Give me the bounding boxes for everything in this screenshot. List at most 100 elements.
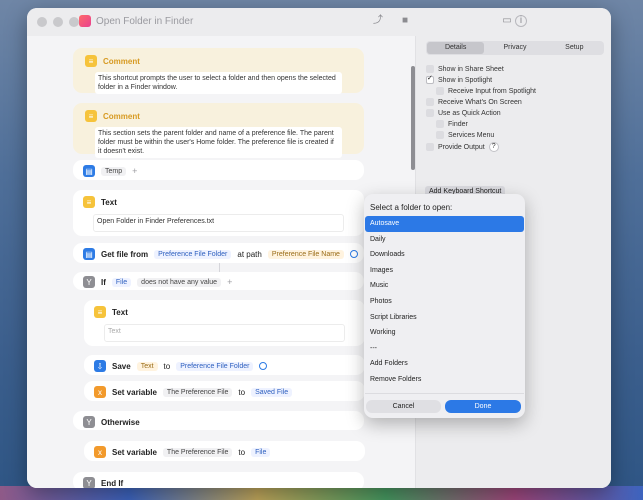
option-label: Services Menu <box>448 131 495 139</box>
variable-value[interactable]: File <box>251 447 271 457</box>
checkbox[interactable] <box>426 65 434 73</box>
list-item-autosave[interactable]: Autosave <box>365 216 524 232</box>
list-item-daily[interactable]: Daily <box>365 232 524 248</box>
divider <box>365 393 524 394</box>
temp-variable[interactable]: Temp <box>101 166 127 176</box>
name-variable[interactable]: Preference File Name <box>267 249 344 259</box>
list-item-remove-folders[interactable]: Remove Folders <box>365 372 524 388</box>
close-button[interactable] <box>37 17 47 27</box>
text-variable[interactable]: Text <box>136 361 158 371</box>
sidebar-tabs: Details Privacy Setup <box>426 41 604 55</box>
checkbox[interactable] <box>426 98 434 106</box>
to-label: to <box>238 447 246 457</box>
checkbox[interactable] <box>426 74 434 84</box>
comment-icon: ≡ <box>85 55 97 67</box>
window-title: Open Folder in Finder <box>96 16 194 27</box>
comment-text[interactable]: This section sets the parent folder and … <box>95 127 342 158</box>
cancel-button[interactable]: Cancel <box>366 400 441 413</box>
traffic-lights[interactable] <box>37 17 79 27</box>
end-if-label: End If <box>101 478 124 488</box>
variable-value[interactable]: Saved File <box>251 387 293 397</box>
add-icon[interactable]: + <box>132 166 137 176</box>
list-item-images[interactable]: Images <box>365 263 524 279</box>
comment-icon: ≡ <box>85 110 97 122</box>
option-services[interactable]: Services Menu <box>436 131 494 139</box>
file-icon: ▤ <box>83 248 95 260</box>
text-icon: ≡ <box>83 196 95 208</box>
option-finder[interactable]: Finder <box>436 120 468 128</box>
add-icon[interactable]: + <box>227 277 232 287</box>
get-file-action[interactable]: ▤ Get file from Preference File Folder a… <box>73 243 364 263</box>
destination-variable[interactable]: Preference File Folder <box>176 361 254 371</box>
tab-details[interactable]: Details <box>427 42 485 54</box>
option-on-screen[interactable]: Receive What's On Screen <box>426 98 522 106</box>
dialog-title: Select a folder to open: <box>370 203 453 212</box>
variable-name[interactable]: The Preference File <box>162 387 233 397</box>
set-variable-label: Set variable <box>112 387 157 397</box>
otherwise-action[interactable]: Y Otherwise <box>73 411 364 430</box>
option-label: Use as Quick Action <box>438 109 501 117</box>
option-spotlight[interactable]: Show in Spotlight <box>426 74 492 84</box>
list-item-downloads[interactable]: Downloads <box>365 247 524 263</box>
list-item-add-folders[interactable]: Add Folders <box>365 356 524 372</box>
stop-icon[interactable]: ■ <box>397 13 413 29</box>
folder-variable[interactable]: Preference File Folder <box>154 249 232 259</box>
text-action-2[interactable]: ≡ Text Text <box>84 300 365 346</box>
help-icon[interactable]: ? <box>488 142 499 152</box>
temp-action[interactable]: ▤ Temp + <box>73 160 364 180</box>
tab-setup[interactable]: Setup <box>546 42 603 54</box>
list-item-separator[interactable]: --- <box>365 341 524 357</box>
checkbox[interactable] <box>436 131 444 139</box>
branch-icon: Y <box>83 276 95 288</box>
checkbox[interactable] <box>426 143 434 151</box>
text-field[interactable]: Open Folder in Finder Preferences.txt <box>93 214 344 232</box>
if-action[interactable]: Y If File does not have any value + <box>73 272 364 290</box>
checkbox[interactable] <box>426 109 434 117</box>
to-label: to <box>163 361 171 371</box>
comment-action-2[interactable]: ≡ Comment This section sets the parent f… <box>73 103 364 158</box>
variable-name[interactable]: The Preference File <box>162 447 233 457</box>
file-icon: ▤ <box>83 165 95 177</box>
option-spotlight-input[interactable]: Receive Input from Spotlight <box>436 87 536 95</box>
option-share-sheet[interactable]: Show in Share Sheet <box>426 65 504 73</box>
tab-privacy[interactable]: Privacy <box>486 42 543 54</box>
zoom-button[interactable] <box>69 17 79 27</box>
variable-icon: x <box>94 386 106 398</box>
file-variable[interactable]: File <box>111 277 132 287</box>
set-variable-action-1[interactable]: x Set variable The Preference File to Sa… <box>84 381 365 401</box>
info-icon[interactable]: i <box>515 15 527 27</box>
option-quick-action[interactable]: Use as Quick Action <box>426 109 501 117</box>
comment-action-1[interactable]: ≡ Comment This shortcut prompts the user… <box>73 48 364 94</box>
minimize-button[interactable] <box>53 17 63 27</box>
branch-icon: Y <box>83 416 95 428</box>
option-label: Receive Input from Spotlight <box>448 87 536 95</box>
comment-text[interactable]: This shortcut prompts the user to select… <box>95 72 342 94</box>
save-label: Save <box>112 361 131 371</box>
title-bar: Open Folder in Finder ⤴ ■ ▭ i <box>27 8 611 36</box>
list-item-working[interactable]: Working <box>365 325 524 341</box>
option-label: Show in Share Sheet <box>438 65 504 73</box>
text-field[interactable]: Text <box>104 324 345 342</box>
set-variable-label: Set variable <box>112 447 157 457</box>
condition[interactable]: does not have any value <box>137 277 222 287</box>
checkbox[interactable] <box>436 120 444 128</box>
option-provide-output[interactable]: Provide Output ? <box>426 142 499 152</box>
list-item-music[interactable]: Music <box>365 278 524 294</box>
checkbox[interactable] <box>436 87 444 95</box>
text-action-1[interactable]: ≡ Text Open Folder in Finder Preferences… <box>73 190 364 236</box>
set-variable-action-2[interactable]: x Set variable The Preference File to Fi… <box>84 441 365 461</box>
expand-icon[interactable] <box>259 362 268 370</box>
list-item-script-libraries[interactable]: Script Libraries <box>365 310 524 326</box>
action-editor: ≡ Comment This shortcut prompts the user… <box>27 36 415 488</box>
share-icon[interactable]: ⤴ <box>370 13 386 29</box>
done-button[interactable]: Done <box>445 400 521 413</box>
library-icon[interactable]: ▭ <box>499 13 515 29</box>
branch-icon: Y <box>83 477 95 488</box>
option-label: Finder <box>448 120 468 128</box>
save-action[interactable]: ⇩ Save Text to Preference File Folder <box>84 355 365 375</box>
expand-icon[interactable] <box>349 250 358 258</box>
end-if-action[interactable]: Y End If <box>73 472 364 488</box>
shortcut-icon[interactable] <box>79 15 91 27</box>
save-icon: ⇩ <box>94 360 106 372</box>
list-item-photos[interactable]: Photos <box>365 294 524 310</box>
